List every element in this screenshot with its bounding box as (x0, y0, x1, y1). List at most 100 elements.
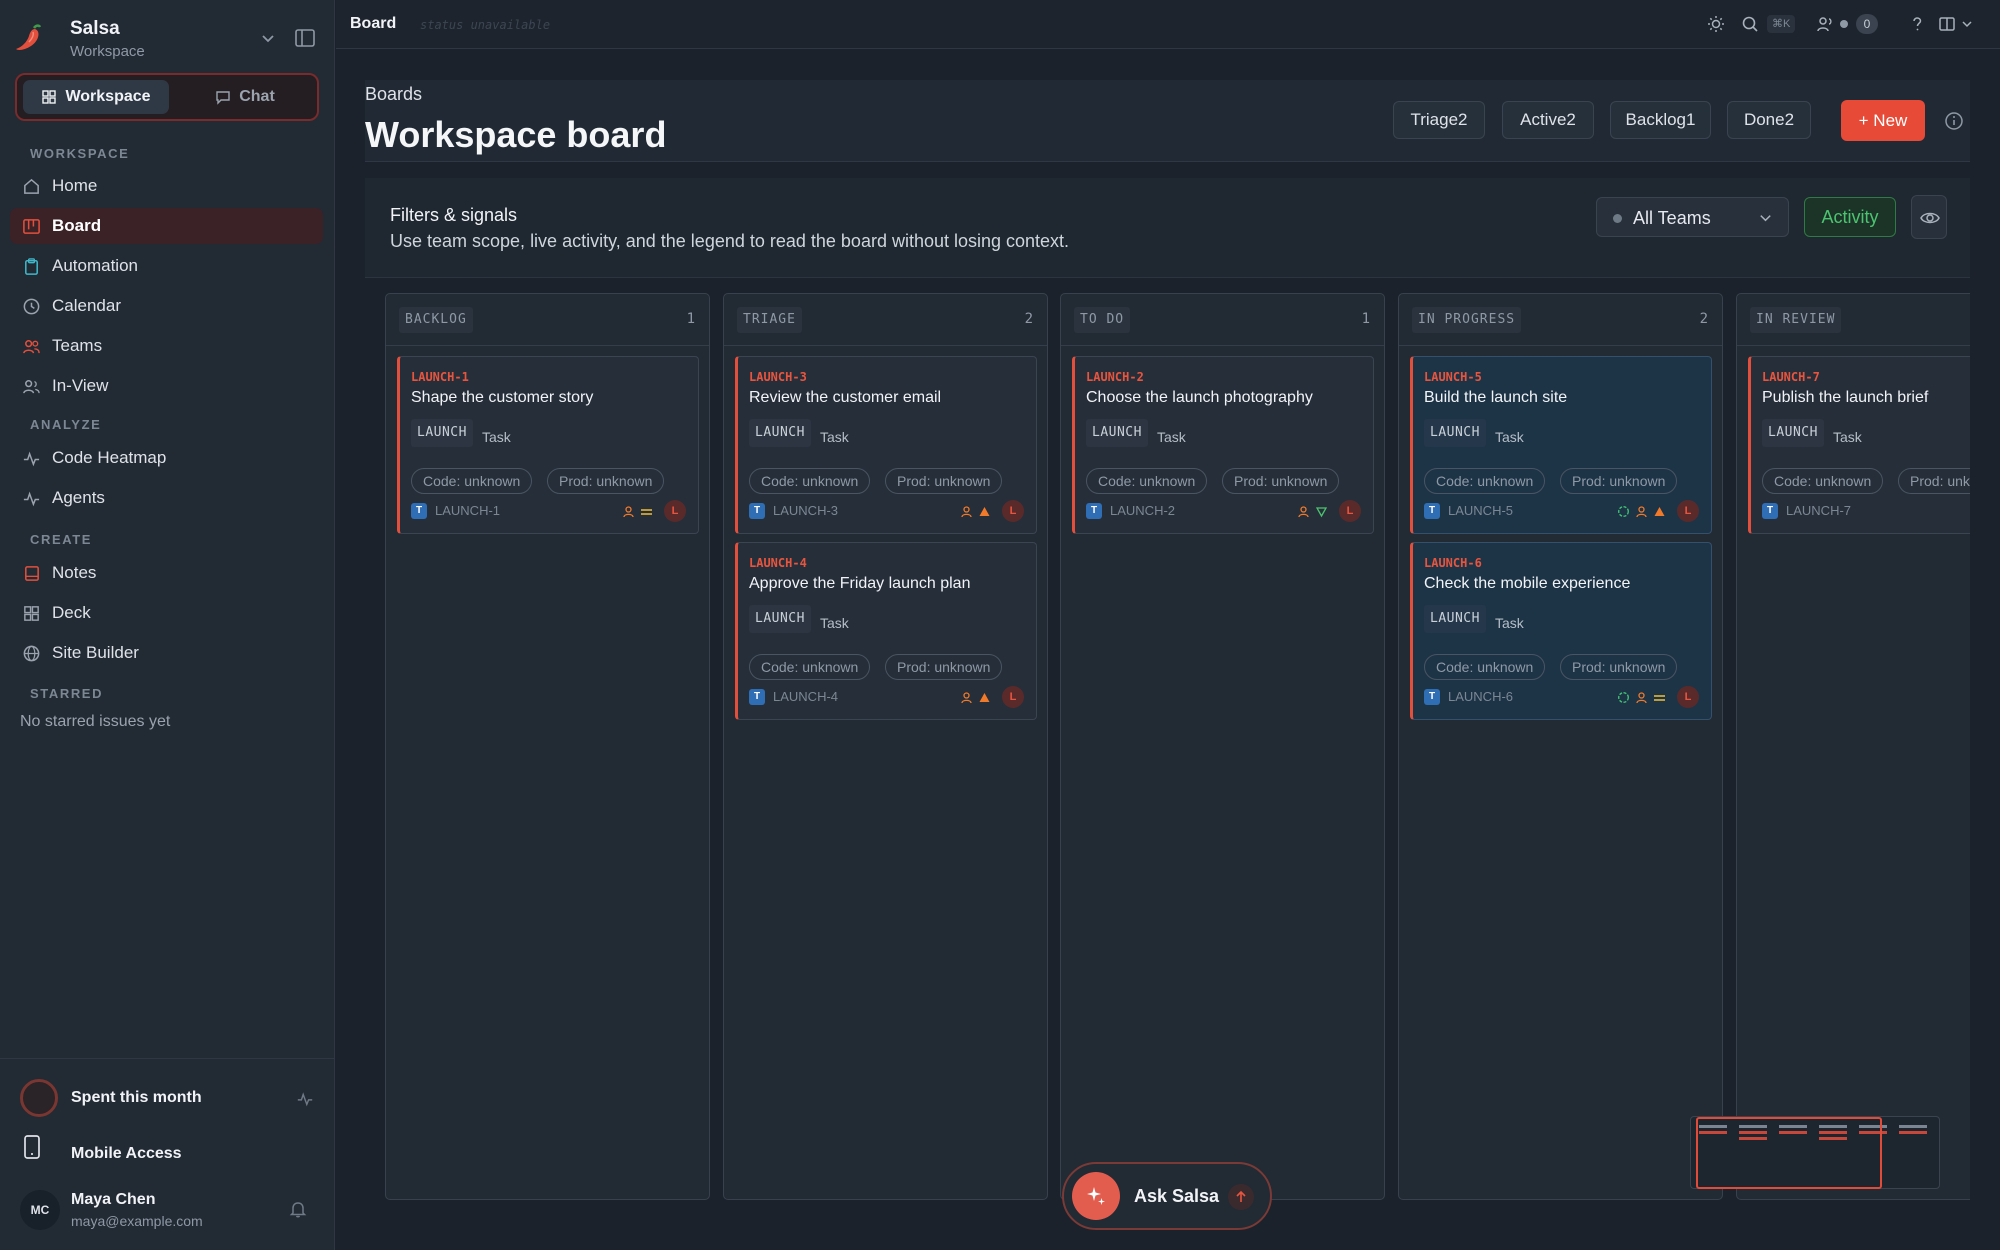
chevron-down-icon (1760, 215, 1771, 222)
assignee-user-icon (1636, 691, 1647, 703)
column-header: IN REVIEW (1737, 294, 1970, 346)
help-icon[interactable] (1907, 14, 1927, 34)
code-status-chip: Code: unknown (749, 468, 871, 494)
spent-this-month-link[interactable]: Spent this month (71, 1089, 202, 1107)
issue-type: Task (1495, 615, 1524, 631)
mode-workspace-button[interactable]: Workspace (23, 80, 169, 114)
card-signals: L (622, 500, 686, 522)
activity-pulse-icon (297, 1092, 313, 1107)
toggle-sidebar-icon[interactable] (294, 27, 316, 49)
info-icon[interactable] (1943, 110, 1965, 132)
issue-type: Task (482, 429, 511, 445)
priority-low-icon (1315, 506, 1328, 517)
lead-avatar: L (664, 500, 686, 522)
issue-type: Task (1833, 429, 1862, 445)
issue-card[interactable]: LAUNCH-7 Publish the launch brief LAUNCH… (1748, 356, 1970, 534)
sidebar-item-site-builder[interactable]: Site Builder (10, 635, 323, 671)
sidebar-item-notes[interactable]: Notes (10, 555, 323, 591)
section-label-workspace: WORKSPACE (30, 146, 130, 161)
search-icon[interactable] (1740, 14, 1760, 34)
mobile-access-link[interactable]: Mobile Access (71, 1145, 182, 1163)
chevron-down-icon[interactable] (1960, 14, 1974, 34)
chat-bubble-icon (216, 91, 230, 105)
issue-id: LAUNCH-3 (773, 503, 839, 518)
task-type-icon: T (749, 689, 765, 705)
issue-type: Task (1157, 429, 1186, 445)
sun-icon[interactable] (1706, 14, 1726, 34)
sidebar-item-label: Board (52, 216, 102, 235)
bell-icon[interactable] (288, 1199, 308, 1219)
sidebar-item-calendar[interactable]: Calendar (10, 288, 323, 324)
arrow-up-icon (1236, 1190, 1246, 1202)
assignee-user-icon (961, 505, 972, 517)
section-label-analyze: ANALYZE (30, 417, 102, 432)
active-count-pill[interactable]: Active2 (1502, 101, 1594, 139)
column-title: BACKLOG (399, 307, 473, 333)
issue-card[interactable]: LAUNCH-2 Choose the launch photography L… (1072, 356, 1374, 534)
sidebar-item-deck[interactable]: Deck (10, 595, 323, 631)
team-scope-select[interactable]: All Teams (1596, 197, 1789, 237)
workspace-switcher[interactable]: Salsa Workspace (14, 14, 319, 62)
team-select-value: All Teams (1633, 208, 1711, 228)
issue-card[interactable]: LAUNCH-6 Check the mobile experience LAU… (1410, 542, 1712, 720)
grid-icon (42, 90, 57, 104)
column-title: IN PROGRESS (1412, 307, 1522, 333)
ask-salsa-button[interactable]: Ask Salsa (1062, 1162, 1272, 1230)
sidebar-item-label: In-View (52, 376, 109, 395)
lead-avatar: L (1002, 500, 1024, 522)
chili-pepper-logo-icon (16, 24, 42, 50)
project-tag: LAUNCH (1424, 605, 1486, 633)
code-status-chip: Code: unknown (749, 654, 871, 680)
ask-send-button[interactable] (1228, 1184, 1254, 1210)
mode-chat-button[interactable]: Chat (177, 80, 313, 114)
user-email: maya@example.com (71, 1213, 203, 1229)
sidebar-item-inview[interactable]: In-View (10, 368, 323, 404)
assignee-user-icon (961, 691, 972, 703)
new-issue-button[interactable]: + New (1841, 100, 1925, 141)
board-minimap[interactable] (1690, 1116, 1940, 1189)
column-todo: TO DO 1 LAUNCH-2 Choose the launch photo… (1060, 293, 1385, 1200)
sidebar-item-teams[interactable]: Teams (10, 328, 323, 364)
legend-visibility-button[interactable] (1911, 195, 1947, 239)
issue-card[interactable]: LAUNCH-3 Review the customer email LAUNC… (735, 356, 1037, 534)
done-count-pill[interactable]: Done2 (1727, 101, 1811, 139)
triage-count-pill[interactable]: Triage2 (1393, 101, 1485, 139)
breadcrumb: Board (350, 15, 397, 32)
user-group-icon (23, 379, 40, 393)
task-type-icon: T (1424, 689, 1440, 705)
project-tag: LAUNCH (749, 419, 811, 447)
card-signals: L (960, 686, 1024, 708)
issue-card[interactable]: LAUNCH-5 Build the launch site LAUNCH Ta… (1410, 356, 1712, 534)
issue-id: LAUNCH-1 (435, 503, 501, 518)
issue-title: Choose the launch photography (1086, 389, 1313, 406)
activity-toggle-button[interactable]: Activity (1804, 197, 1896, 237)
task-type-icon: T (1762, 503, 1778, 519)
layout-panel-icon[interactable] (1937, 14, 1957, 34)
card-signals: L (1617, 686, 1699, 708)
column-count: 1 (1361, 311, 1370, 327)
column-count: 1 (686, 311, 695, 327)
issue-card[interactable]: LAUNCH-4 Approve the Friday launch plan … (735, 542, 1037, 720)
backlog-count-pill[interactable]: Backlog1 (1610, 101, 1711, 139)
priority-high-icon (1654, 506, 1665, 516)
assignee-user-icon (623, 505, 634, 517)
sidebar-item-code-heatmap[interactable]: Code Heatmap (10, 440, 323, 476)
chevron-down-icon[interactable] (258, 28, 278, 48)
sidebar-item-label: Teams (52, 336, 103, 355)
issue-title: Review the customer email (749, 389, 942, 406)
sidebar-item-board[interactable]: Board (10, 208, 323, 244)
users-icon[interactable] (1816, 14, 1836, 34)
status-indicator: status unavailable (420, 18, 551, 32)
page-title: Workspace board (365, 114, 667, 155)
issue-key: LAUNCH-5 (1424, 370, 1482, 384)
filters-panel: Filters & signals Use team scope, live a… (365, 178, 1970, 278)
sidebar-item-automation[interactable]: Automation (10, 248, 323, 284)
minimap-viewport[interactable] (1696, 1117, 1882, 1189)
lead-avatar: L (1677, 500, 1699, 522)
issue-card[interactable]: LAUNCH-1 Shape the customer story LAUNCH… (397, 356, 699, 534)
filters-description: Use team scope, live activity, and the l… (390, 231, 1070, 251)
sidebar-item-agents[interactable]: Agents (10, 480, 323, 516)
sidebar-item-home[interactable]: Home (10, 168, 323, 204)
user-avatar[interactable]: MC (20, 1190, 60, 1230)
header-breadcrumb[interactable]: Boards (365, 84, 422, 105)
